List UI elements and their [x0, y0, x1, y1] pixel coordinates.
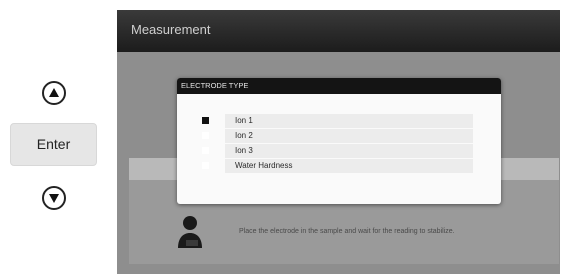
option-cell[interactable]: Ion 2	[225, 129, 473, 143]
option-label: Ion 1	[235, 116, 253, 125]
checkbox-icon[interactable]	[202, 132, 209, 139]
option-ion-2[interactable]: Ion 2	[196, 129, 473, 143]
screen-header: Measurement	[117, 10, 560, 52]
option-ion-1[interactable]: Ion 1	[196, 114, 473, 128]
triangle-down-icon	[49, 194, 59, 203]
enter-button[interactable]: Enter	[10, 123, 97, 166]
screen-title: Measurement	[131, 22, 211, 37]
down-arrow-button[interactable]	[42, 186, 66, 210]
option-label: Ion 2	[235, 131, 253, 140]
triangle-up-icon	[49, 88, 59, 97]
selected-checkbox-icon[interactable]	[202, 117, 209, 124]
option-cell[interactable]: Ion 3	[225, 144, 473, 158]
option-cell[interactable]: Ion 1	[225, 114, 473, 128]
option-label: Water Hardness	[235, 161, 293, 170]
electrode-type-dialog: ELECTRODE TYPE Ion 1 Ion 2 Ion 3 Water H…	[177, 78, 501, 204]
checkbox-icon[interactable]	[202, 162, 209, 169]
option-cell[interactable]: Water Hardness	[225, 159, 473, 173]
device-screen: Measurement Place the electrode in the s…	[117, 10, 560, 274]
option-ion-3[interactable]: Ion 3	[196, 144, 473, 158]
operator-icon	[178, 216, 202, 248]
instruction-text: Place the electrode in the sample and wa…	[239, 228, 455, 235]
option-label: Ion 3	[235, 146, 253, 155]
dialog-title: ELECTRODE TYPE	[177, 78, 501, 94]
up-arrow-button[interactable]	[42, 81, 66, 105]
checkbox-icon[interactable]	[202, 147, 209, 154]
electrode-option-list: Ion 1 Ion 2 Ion 3 Water Hardness	[196, 114, 473, 174]
option-water-hardness[interactable]: Water Hardness	[196, 159, 473, 173]
